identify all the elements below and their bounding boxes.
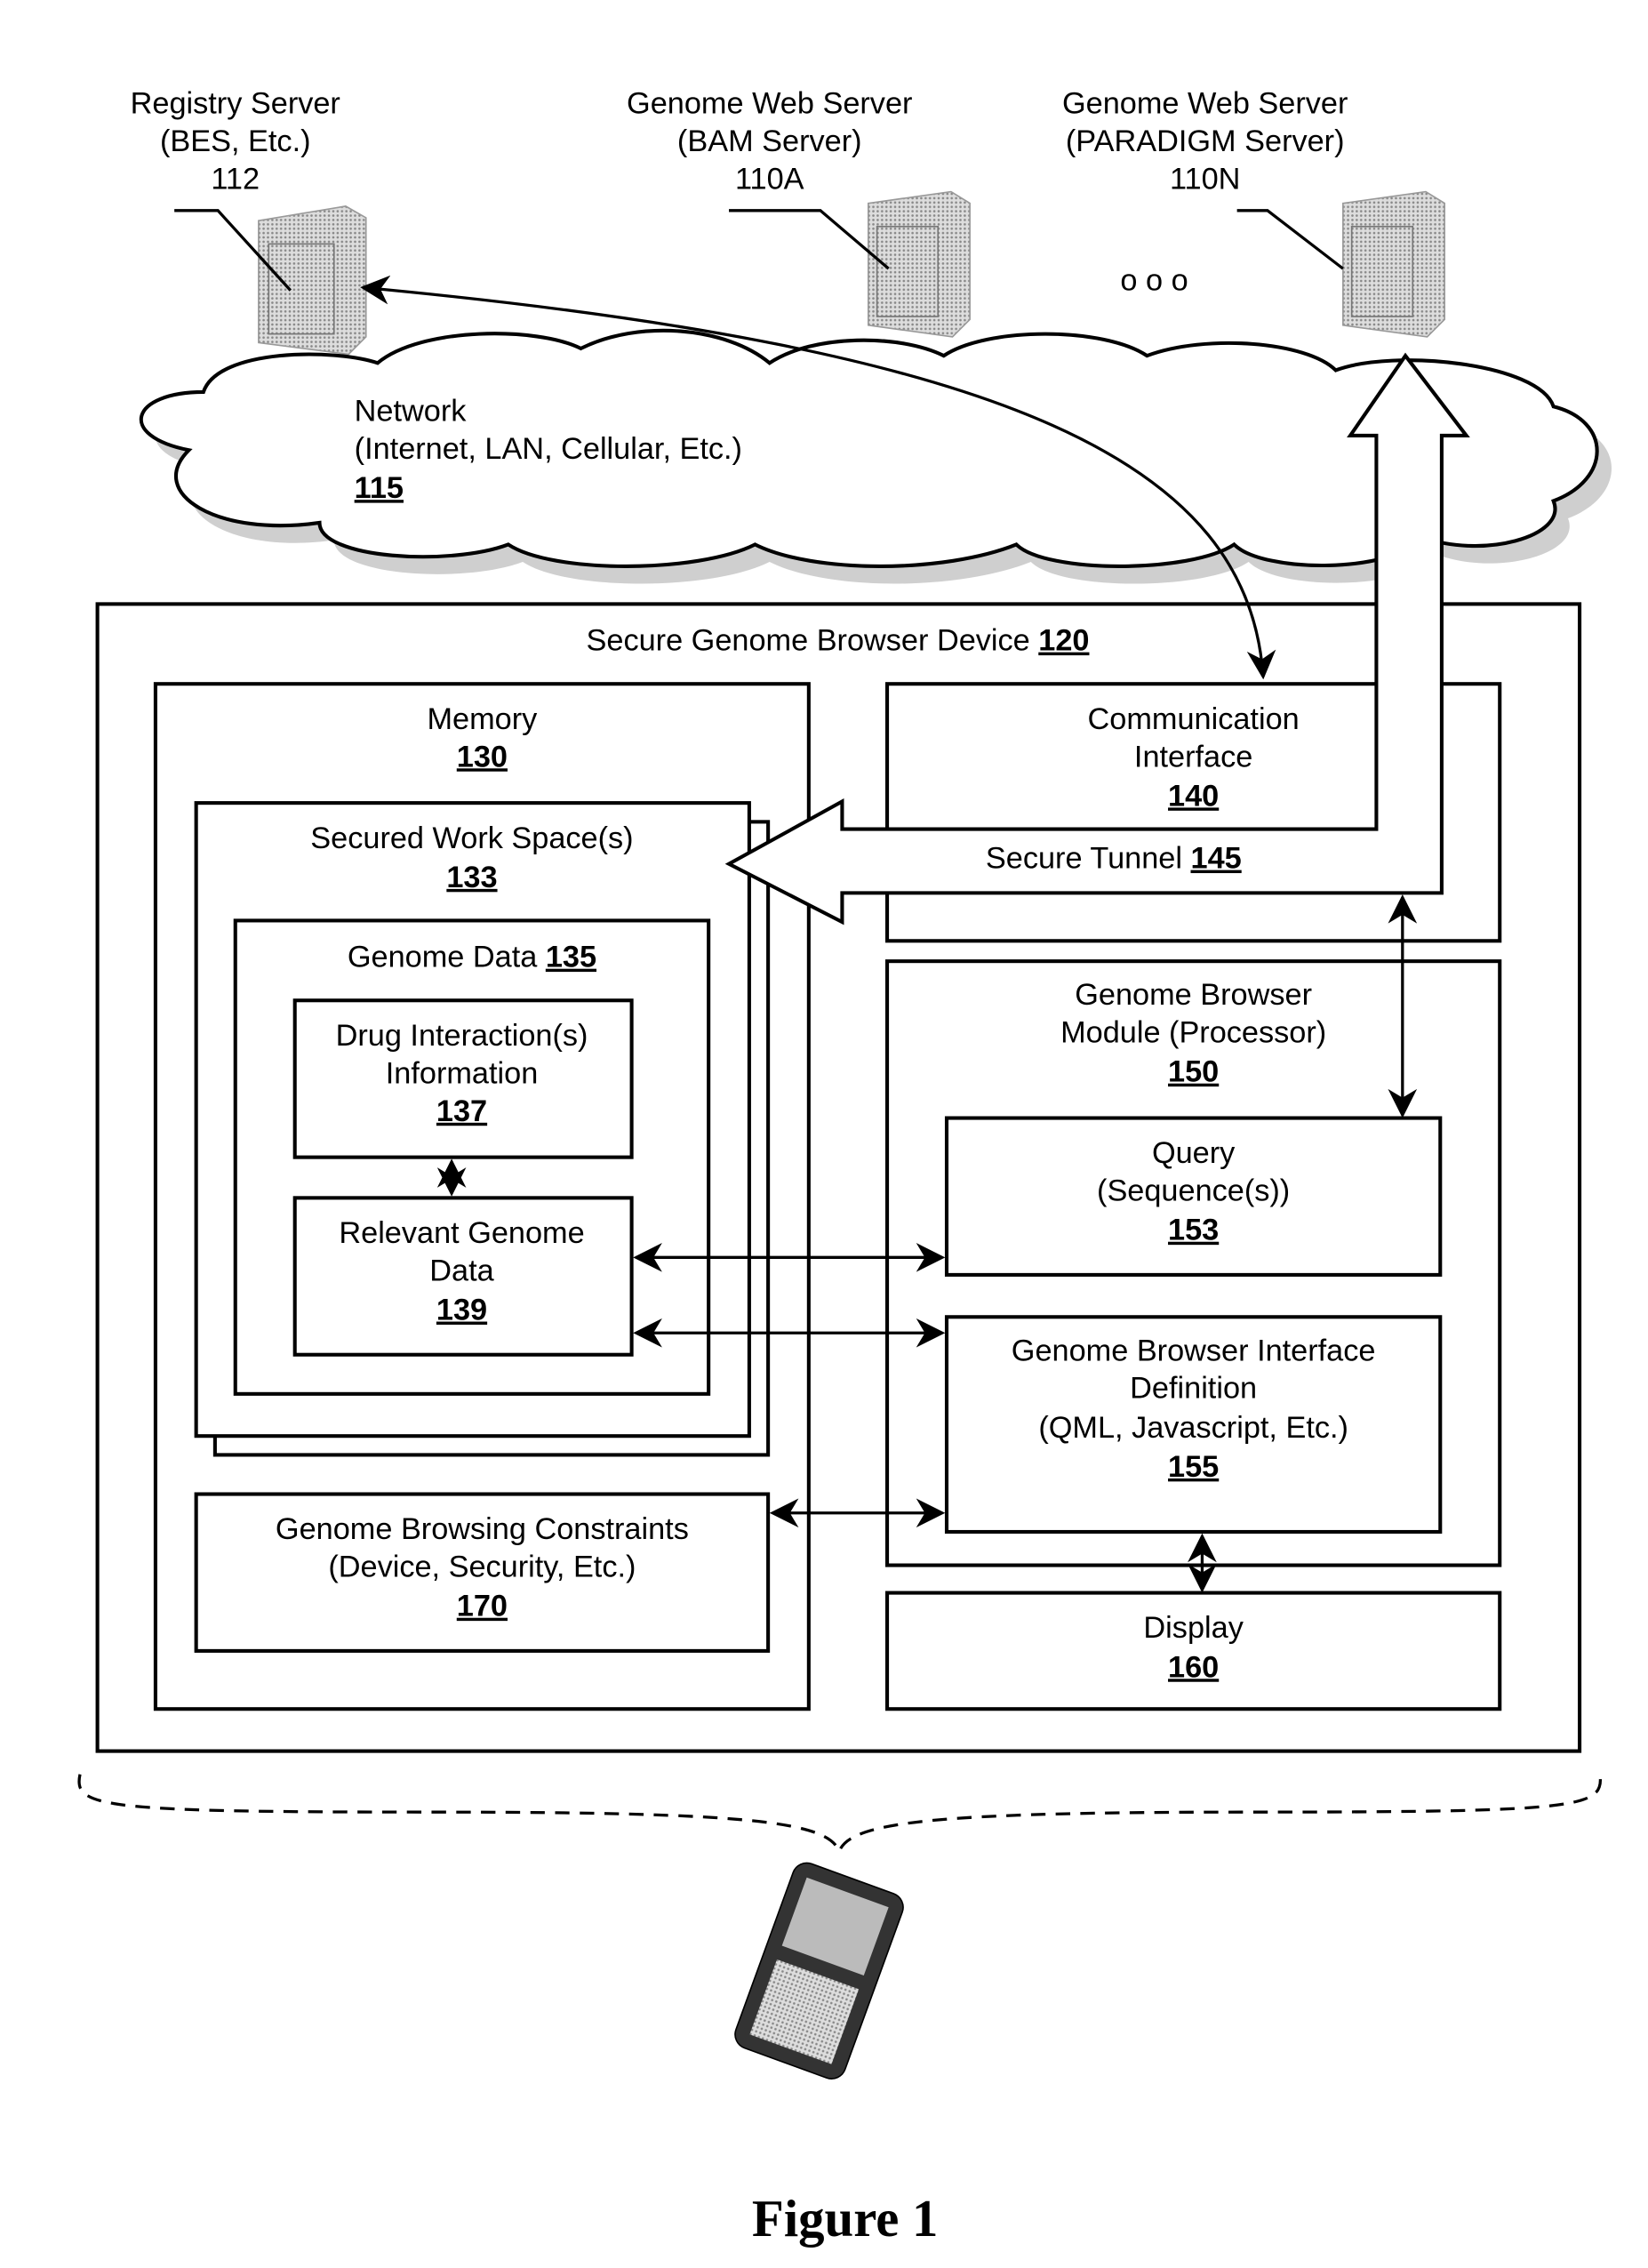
query-label-2: (Sequence(s)) xyxy=(1097,1174,1290,1208)
memory-ref: 130 xyxy=(457,740,508,773)
display-ref: 160 xyxy=(1168,1650,1219,1684)
module-ref: 150 xyxy=(1168,1055,1219,1089)
drug-ref: 137 xyxy=(436,1094,487,1128)
svg-text:(BAM Server): (BAM Server) xyxy=(677,124,862,158)
diagram: Registry Server (BES, Etc.) 112 Genome W… xyxy=(77,86,1612,2248)
registry-server-icon xyxy=(258,205,367,356)
constraints-ref: 170 xyxy=(457,1590,508,1623)
relevant-label-2: Data xyxy=(429,1254,494,1287)
genome-data-label: Genome Data 135 xyxy=(348,941,596,974)
tunnel-label: Secure Tunnel 145 xyxy=(986,842,1242,876)
query-label-1: Query xyxy=(1152,1136,1236,1170)
drug-label-2: Information xyxy=(386,1056,539,1090)
svg-text:(Internet, LAN, Cellular, Etc.: (Internet, LAN, Cellular, Etc.) xyxy=(355,432,742,466)
svg-text:Registry Server: Registry Server xyxy=(131,86,340,120)
figure-label: Figure 1 xyxy=(752,2190,939,2248)
leader-110a xyxy=(729,209,890,270)
svg-text:Genome Web Server: Genome Web Server xyxy=(1062,86,1348,120)
device-brace xyxy=(77,1774,1603,1855)
smartphone-icon xyxy=(734,1862,904,2080)
memory-label: Memory xyxy=(427,702,538,736)
query-ref: 153 xyxy=(1168,1214,1219,1247)
relevant-label-1: Relevant Genome xyxy=(339,1216,584,1250)
gbid-label-3: (QML, Javascript, Etc.) xyxy=(1038,1411,1348,1445)
constraints-label-2: (Device, Security, Etc.) xyxy=(328,1551,636,1584)
gbid-ref: 155 xyxy=(1168,1450,1219,1484)
display-label: Display xyxy=(1143,1611,1244,1645)
svg-text:(BES, Etc.): (BES, Etc.) xyxy=(160,124,311,158)
paradigm-server-label: Genome Web Server (PARADIGM Server) 110N xyxy=(1062,86,1348,196)
svg-text:Genome Web Server: Genome Web Server xyxy=(627,86,912,120)
gbid-label-2: Definition xyxy=(1130,1372,1257,1406)
svg-text:(PARADIGM Server): (PARADIGM Server) xyxy=(1066,124,1345,158)
registry-server-label: Registry Server (BES, Etc.) 112 xyxy=(131,86,340,196)
workspace-label: Secured Work Space(s) xyxy=(310,821,633,855)
leader-110n xyxy=(1236,209,1344,270)
comm-label-1: Communication xyxy=(1088,702,1300,736)
comm-ref: 140 xyxy=(1168,779,1219,813)
ellipsis: o o o xyxy=(1120,264,1188,298)
svg-text:110N: 110N xyxy=(1170,162,1240,196)
relevant-ref: 139 xyxy=(436,1294,487,1327)
drug-label-1: Drug Interaction(s) xyxy=(336,1019,588,1053)
module-label-1: Genome Browser xyxy=(1075,978,1312,1012)
gbid-label-1: Genome Browser Interface xyxy=(1012,1334,1376,1367)
module-label-2: Module (Processor) xyxy=(1060,1016,1326,1050)
svg-text:112: 112 xyxy=(211,162,260,196)
comm-label-2: Interface xyxy=(1134,740,1252,773)
paradigm-server-icon xyxy=(1342,190,1445,338)
workspace-ref: 133 xyxy=(446,861,497,894)
svg-text:110A: 110A xyxy=(735,162,804,196)
device-label: Secure Genome Browser Device 120 xyxy=(587,624,1090,658)
svg-text:115: 115 xyxy=(355,471,404,505)
svg-text:Network: Network xyxy=(355,395,468,429)
constraints-label-1: Genome Browsing Constraints xyxy=(276,1512,689,1546)
bam-server-label: Genome Web Server (BAM Server) 110A xyxy=(627,86,912,196)
